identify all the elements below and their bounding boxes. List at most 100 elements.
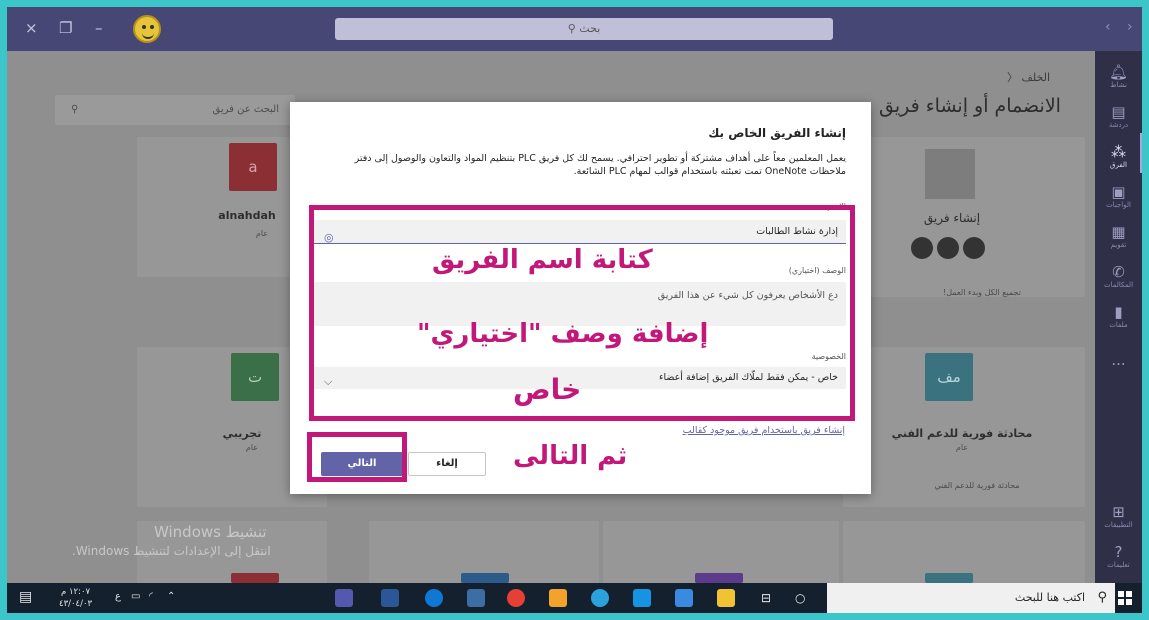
- teams-icon: ⁂: [1111, 143, 1126, 161]
- breadcrumb[interactable]: 〉 الخلف: [1007, 69, 1050, 85]
- back-arrow-icon[interactable]: ‹: [1105, 19, 1111, 35]
- rail-item-more[interactable]: ...: [1095, 351, 1142, 369]
- annotation-write-name: كتابة اسم الفريق: [432, 245, 653, 275]
- team-type: عام: [955, 443, 969, 452]
- rail-label: المكالمات: [1103, 281, 1134, 289]
- zoom-app-icon[interactable]: [633, 589, 651, 607]
- chrome-app-icon[interactable]: [507, 589, 525, 607]
- team-tile: [461, 573, 509, 583]
- cortana-icon[interactable]: ○: [795, 591, 805, 605]
- rail-label: ملفات: [1109, 321, 1128, 329]
- team-name: alnahdah: [218, 209, 276, 222]
- clock-time: ١٢:٠٧ م: [61, 587, 91, 597]
- activation-watermark-title: تنشيط Windows: [154, 523, 267, 541]
- title-bar: × ❐ – ⚲ بحث ‹ ›: [7, 7, 1142, 51]
- apps-icon: ⊞: [1112, 503, 1125, 521]
- forward-arrow-icon[interactable]: ›: [1127, 19, 1133, 35]
- team-tile: a: [229, 143, 277, 191]
- create-from-template-link[interactable]: إنشاء فريق باستخدام فريق موجود كقالب: [683, 425, 845, 436]
- rail-item-assignments[interactable]: ▣ الواجبات: [1095, 183, 1142, 209]
- find-team-input[interactable]: ⚲ البحث عن فريق: [55, 95, 295, 125]
- minimize-icon[interactable]: –: [95, 19, 103, 37]
- rail-item-apps[interactable]: ⊞ التطبيقات: [1095, 503, 1142, 529]
- annotation-next-box: [307, 432, 407, 482]
- page-title: الانضمام أو إنشاء فريق: [879, 95, 1061, 117]
- annotation-then-next: ثم التالى: [513, 441, 628, 471]
- assignments-icon: ▣: [1111, 183, 1126, 201]
- taskbar-search-placeholder: اكتب هنا للبحث: [1014, 591, 1085, 604]
- rail-item-chat[interactable]: ▤ دردشة: [1095, 103, 1142, 129]
- create-team-hint: تجميع الكل وبدء العمل!: [943, 288, 1021, 297]
- search-placeholder: بحث: [579, 22, 601, 35]
- create-team-image: [925, 149, 975, 199]
- battery-icon[interactable]: ▭: [131, 591, 140, 602]
- search-icon: ⚲: [71, 104, 79, 115]
- rail-item-files[interactable]: ▮ ملفات: [1095, 303, 1142, 329]
- rail-label: تعليمات: [1107, 561, 1130, 569]
- search-input[interactable]: ⚲ بحث: [335, 18, 833, 40]
- chevron-right-icon: 〉: [1007, 71, 1022, 84]
- files-icon: ▮: [1114, 303, 1123, 321]
- rail-label: دردشة: [1108, 121, 1129, 129]
- rail-active-indicator: [1140, 133, 1142, 173]
- close-icon[interactable]: ×: [25, 19, 38, 37]
- team-description: محادثة فورية للدعم الفني: [934, 481, 1020, 490]
- team-type: عام: [245, 443, 259, 452]
- rail-item-calendar[interactable]: ▦ تقويم: [1095, 223, 1142, 249]
- team-tile: مف: [925, 353, 973, 401]
- rail-label: الفرق: [1110, 161, 1127, 169]
- task-view-icon[interactable]: ⊟: [761, 591, 771, 605]
- rail-label: نشاط: [1110, 81, 1127, 89]
- rail-label: الواجبات: [1106, 201, 1131, 209]
- onedrive-app-icon[interactable]: [425, 589, 443, 607]
- cancel-button[interactable]: إلغاء: [408, 452, 486, 476]
- word-app-icon[interactable]: [381, 589, 399, 607]
- find-placeholder: البحث عن فريق: [212, 104, 279, 115]
- chat-icon: ▤: [1111, 103, 1126, 121]
- notification-icon[interactable]: ▤: [19, 589, 32, 605]
- taskbar: ▤ ١٢:٠٧ م ٤٣/٠٤/٠٣ ع ▭ ◜ ⌃ ⊟ ○ ⚲ اكتب هن…: [7, 583, 1142, 613]
- annotation-add-description: إضافة وصف "اختياري": [417, 319, 709, 349]
- team-name: محادثة فورية للدعم الفني: [891, 427, 1033, 440]
- team-tile: [231, 573, 279, 583]
- paint-app-icon[interactable]: [467, 589, 485, 607]
- create-team-label: إنشاء فريق: [923, 211, 981, 225]
- team-name: تجريبي: [222, 427, 262, 440]
- dialog-description: يعمل المعلمين معاً على أهداف مشتركة أو ت…: [354, 153, 846, 177]
- rail-label: التطبيقات: [1104, 521, 1133, 529]
- back-label: الخلف: [1021, 71, 1051, 84]
- teams-app-icon[interactable]: [335, 589, 353, 607]
- search-icon: ⚲: [567, 22, 580, 35]
- avatar[interactable]: [133, 15, 161, 43]
- bell-icon: 🔔︎: [1108, 63, 1129, 81]
- windows-start-icon[interactable]: [1118, 591, 1132, 605]
- store-app-icon[interactable]: [675, 589, 693, 607]
- rail-item-teams[interactable]: ⁂ الفرق: [1095, 143, 1142, 169]
- help-icon: ?: [1114, 543, 1123, 561]
- language-indicator[interactable]: ع: [115, 591, 121, 602]
- rail-item-help[interactable]: ? تعليمات: [1095, 543, 1142, 569]
- teams-window: × ❐ – ⚲ بحث ‹ › 🔔︎ نشاط ▤ دردشة ⁂ الفرق ▣ ال…: [7, 7, 1142, 613]
- calendar-icon: ▦: [1111, 223, 1126, 241]
- rail-item-activity[interactable]: 🔔︎ نشاط: [1095, 63, 1142, 89]
- taskbar-search-input[interactable]: ⚲ اكتب هنا للبحث: [827, 583, 1115, 613]
- chevron-up-icon[interactable]: ⌃: [167, 591, 175, 602]
- clock-date: ٤٣/٠٤/٠٣: [59, 599, 93, 609]
- team-tile: [695, 573, 743, 583]
- annotation-fields-box: [309, 205, 855, 421]
- rail-item-calls[interactable]: ✆ المكالمات: [1095, 263, 1142, 289]
- more-icon: ...: [1111, 351, 1126, 369]
- telegram-app-icon[interactable]: [591, 589, 609, 607]
- annotation-private: خاص: [513, 373, 582, 406]
- wifi-icon[interactable]: ◜: [149, 591, 153, 602]
- file-explorer-app-icon[interactable]: [717, 589, 735, 607]
- clock[interactable]: ١٢:٠٧ م ٤٣/٠٤/٠٣: [59, 586, 92, 610]
- dialog-title: إنشاء الفريق الخاص بك: [708, 126, 846, 140]
- paint3d-app-icon[interactable]: [549, 589, 567, 607]
- member-avatars: [909, 237, 987, 263]
- search-icon: ⚲: [1097, 590, 1107, 605]
- team-tile: ت: [231, 353, 279, 401]
- restore-icon[interactable]: ❐: [59, 19, 72, 37]
- rail-label: تقويم: [1110, 241, 1127, 249]
- team-tile: [925, 573, 973, 583]
